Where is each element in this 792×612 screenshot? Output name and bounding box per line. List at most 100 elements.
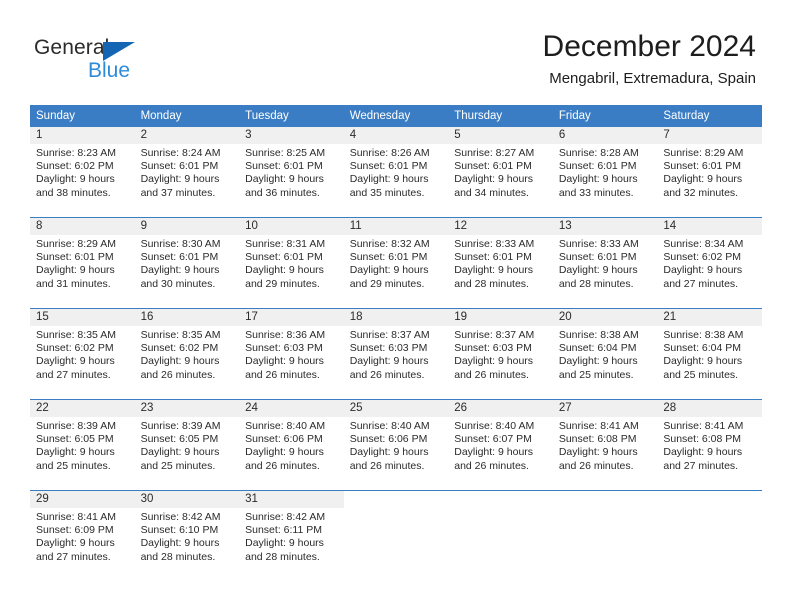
weekday-header-tuesday: Tuesday (239, 105, 344, 127)
day-cell-inner: 20 Sunrise: 8:38 AM Sunset: 6:04 PM Dayligh… (552, 309, 658, 399)
day-number (553, 491, 658, 508)
calendar-day-cell[interactable]: 13 Sunrise: 8:33 AM Sunset: 6:01 PM Dayligh… (552, 217, 658, 309)
daylight-text-line1: Daylight: 9 hours (245, 264, 324, 277)
day-cell-inner (344, 491, 449, 581)
daylight-text-line1: Daylight: 9 hours (663, 264, 743, 277)
day-cell-inner (448, 491, 553, 581)
calendar-day-cell[interactable]: 6 Sunrise: 8:28 AM Sunset: 6:01 PM Daylight… (552, 127, 658, 218)
daylight-text-line2: and 28 minutes. (558, 277, 634, 290)
day-details: Sunrise: 8:41 AM Sunset: 6:08 PM Daylight:… (657, 417, 762, 473)
day-cell-inner: 31 Sunrise: 8:42 AM Sunset: 6:11 PM Dayligh… (239, 491, 344, 581)
weekday-header-sunday: Sunday (30, 105, 135, 127)
daylight-text-line1: Daylight: 9 hours (140, 264, 220, 277)
calendar-day-cell[interactable]: 7 Sunrise: 8:29 AM Sunset: 6:01 PM Daylight… (657, 127, 762, 218)
calendar-day-cell[interactable]: 8 Sunrise: 8:29 AM Sunset: 6:01 PM Daylight… (30, 217, 135, 309)
day-details: Sunrise: 8:25 AM Sunset: 6:01 PM Daylight:… (239, 144, 344, 200)
day-cell-inner: 28 Sunrise: 8:41 AM Sunset: 6:08 PM Dayligh… (657, 400, 762, 490)
sunset-text: Sunset: 6:05 PM (36, 433, 114, 446)
day-details: Sunrise: 8:40 AM Sunset: 6:06 PM Daylight:… (239, 417, 344, 473)
calendar-day-cell[interactable]: 18 Sunrise: 8:37 AM Sunset: 6:03 PM Dayligh… (343, 308, 449, 400)
sunset-text: Sunset: 6:03 PM (245, 342, 323, 355)
day-number: 1 (30, 127, 135, 144)
calendar-day-cell[interactable]: 15 Sunrise: 8:35 AM Sunset: 6:02 PM Dayligh… (30, 308, 135, 400)
daylight-text-line1: Daylight: 9 hours (245, 446, 324, 459)
daylight-text-line2: and 35 minutes. (349, 186, 425, 199)
calendar-day-cell[interactable]: 28 Sunrise: 8:41 AM Sunset: 6:08 PM Dayligh… (657, 399, 762, 491)
calendar-day-cell[interactable]: 25 Sunrise: 8:40 AM Sunset: 6:06 PM Dayligh… (343, 399, 449, 491)
calendar-day-cell[interactable]: 29 Sunrise: 8:41 AM Sunset: 6:09 PM Dayligh… (30, 490, 135, 581)
day-details: Sunrise: 8:39 AM Sunset: 6:05 PM Daylight:… (135, 417, 240, 473)
generalblue-logo[interactable]: General Blue (34, 36, 214, 88)
sunset-text: Sunset: 6:01 PM (245, 160, 323, 173)
sunrise-text: Sunrise: 8:36 AM (245, 329, 326, 341)
calendar-day-cell[interactable]: 12 Sunrise: 8:33 AM Sunset: 6:01 PM Dayligh… (448, 217, 553, 309)
sunset-text: Sunset: 6:01 PM (663, 160, 742, 173)
day-cell-inner: 9 Sunrise: 8:30 AM Sunset: 6:01 PM Daylight… (134, 218, 240, 308)
calendar-day-cell[interactable]: 5 Sunrise: 8:27 AM Sunset: 6:01 PM Daylight… (448, 127, 553, 218)
daylight-text-line2: and 29 minutes. (349, 277, 425, 290)
calendar-day-cell[interactable]: 30 Sunrise: 8:42 AM Sunset: 6:10 PM Dayligh… (134, 490, 240, 581)
sunrise-text: Sunrise: 8:31 AM (245, 238, 326, 250)
calendar-day-cell[interactable]: 2 Sunrise: 8:24 AM Sunset: 6:01 PM Daylight… (134, 127, 240, 218)
calendar-day-cell[interactable]: 19 Sunrise: 8:37 AM Sunset: 6:03 PM Dayligh… (448, 308, 553, 400)
calendar-day-cell[interactable]: 27 Sunrise: 8:41 AM Sunset: 6:08 PM Dayligh… (552, 399, 658, 491)
calendar-day-cell-empty (448, 490, 553, 581)
calendar-day-cell[interactable]: 4 Sunrise: 8:26 AM Sunset: 6:01 PM Daylight… (343, 127, 449, 218)
sunrise-text: Sunrise: 8:41 AM (36, 511, 116, 523)
calendar-week-row: 22 Sunrise: 8:39 AM Sunset: 6:05 PM Dayligh… (30, 399, 762, 491)
day-number: 3 (239, 127, 344, 144)
sunset-text: Sunset: 6:01 PM (454, 251, 532, 264)
sunrise-text: Sunrise: 8:40 AM (454, 420, 535, 432)
calendar-day-cell[interactable]: 20 Sunrise: 8:38 AM Sunset: 6:04 PM Dayligh… (552, 308, 658, 400)
calendar-day-cell[interactable]: 16 Sunrise: 8:35 AM Sunset: 6:02 PM Dayligh… (134, 308, 240, 400)
day-details: Sunrise: 8:29 AM Sunset: 6:01 PM Daylight:… (30, 235, 135, 291)
calendar-table: Sunday Monday Tuesday Wednesday Thursday Frid… (30, 105, 762, 581)
day-cell-inner: 19 Sunrise: 8:37 AM Sunset: 6:03 PM Dayligh… (448, 309, 553, 399)
sunrise-text: Sunrise: 8:24 AM (140, 147, 221, 159)
calendar-day-cell[interactable]: 3 Sunrise: 8:25 AM Sunset: 6:01 PM Daylight… (239, 127, 344, 218)
daylight-text-line2: and 34 minutes. (454, 186, 529, 199)
day-cell-inner: 15 Sunrise: 8:35 AM Sunset: 6:02 PM Dayligh… (30, 309, 135, 399)
sunset-text: Sunset: 6:08 PM (558, 433, 637, 446)
daylight-text-line2: and 26 minutes. (454, 459, 529, 472)
day-details: Sunrise: 8:24 AM Sunset: 6:01 PM Daylight:… (135, 144, 240, 200)
day-details: Sunrise: 8:30 AM Sunset: 6:01 PM Daylight:… (135, 235, 240, 291)
sunset-text: Sunset: 6:01 PM (558, 160, 637, 173)
day-number: 29 (30, 491, 135, 508)
calendar-day-cell[interactable]: 11 Sunrise: 8:32 AM Sunset: 6:01 PM Dayligh… (343, 217, 449, 309)
sunrise-text: Sunrise: 8:37 AM (454, 329, 535, 341)
day-cell-inner: 12 Sunrise: 8:33 AM Sunset: 6:01 PM Dayligh… (448, 218, 553, 308)
sunrise-text: Sunrise: 8:40 AM (245, 420, 326, 432)
calendar-day-cell[interactable]: 17 Sunrise: 8:36 AM Sunset: 6:03 PM Dayligh… (239, 308, 344, 400)
calendar-day-cell[interactable]: 14 Sunrise: 8:34 AM Sunset: 6:02 PM Dayligh… (657, 217, 762, 309)
day-number (344, 491, 449, 508)
calendar-day-cell[interactable]: 1 Sunrise: 8:23 AM Sunset: 6:02 PM Daylight… (30, 127, 135, 218)
calendar-day-cell[interactable]: 22 Sunrise: 8:39 AM Sunset: 6:05 PM Dayligh… (30, 399, 135, 491)
day-cell-inner (553, 491, 658, 581)
day-details: Sunrise: 8:32 AM Sunset: 6:01 PM Daylight:… (344, 235, 449, 291)
day-number: 11 (343, 218, 449, 235)
sunset-text: Sunset: 6:02 PM (140, 342, 219, 355)
daylight-text-line1: Daylight: 9 hours (454, 264, 534, 277)
sunset-text: Sunset: 6:01 PM (349, 160, 428, 173)
daylight-text-line1: Daylight: 9 hours (140, 173, 220, 186)
sunset-text: Sunset: 6:01 PM (140, 160, 219, 173)
sunrise-text: Sunrise: 8:29 AM (663, 147, 744, 159)
calendar-day-cell[interactable]: 10 Sunrise: 8:31 AM Sunset: 6:01 PM Dayligh… (239, 217, 344, 309)
day-details: Sunrise: 8:35 AM Sunset: 6:02 PM Daylight:… (30, 326, 135, 382)
sunset-text: Sunset: 6:07 PM (454, 433, 532, 446)
day-cell-inner: 3 Sunrise: 8:25 AM Sunset: 6:01 PM Daylight… (239, 127, 344, 217)
sunrise-text: Sunrise: 8:23 AM (36, 147, 116, 159)
calendar-day-cell[interactable]: 21 Sunrise: 8:38 AM Sunset: 6:04 PM Dayligh… (657, 308, 762, 400)
day-cell-inner: 4 Sunrise: 8:26 AM Sunset: 6:01 PM Daylight… (343, 127, 449, 217)
calendar-day-cell[interactable]: 24 Sunrise: 8:40 AM Sunset: 6:06 PM Dayligh… (239, 399, 344, 491)
calendar-day-cell[interactable]: 31 Sunrise: 8:42 AM Sunset: 6:11 PM Dayligh… (239, 490, 344, 581)
calendar-week-row: 29 Sunrise: 8:41 AM Sunset: 6:09 PM Dayligh… (30, 490, 762, 581)
daylight-text-line1: Daylight: 9 hours (454, 173, 534, 186)
day-details: Sunrise: 8:35 AM Sunset: 6:02 PM Daylight:… (135, 326, 240, 382)
calendar-day-cell[interactable]: 23 Sunrise: 8:39 AM Sunset: 6:05 PM Dayligh… (134, 399, 240, 491)
day-details: Sunrise: 8:28 AM Sunset: 6:01 PM Daylight:… (553, 144, 658, 200)
calendar-day-cell[interactable]: 9 Sunrise: 8:30 AM Sunset: 6:01 PM Daylight… (134, 217, 240, 309)
daylight-text-line1: Daylight: 9 hours (349, 446, 429, 459)
calendar-day-cell[interactable]: 26 Sunrise: 8:40 AM Sunset: 6:07 PM Dayligh… (448, 399, 553, 491)
